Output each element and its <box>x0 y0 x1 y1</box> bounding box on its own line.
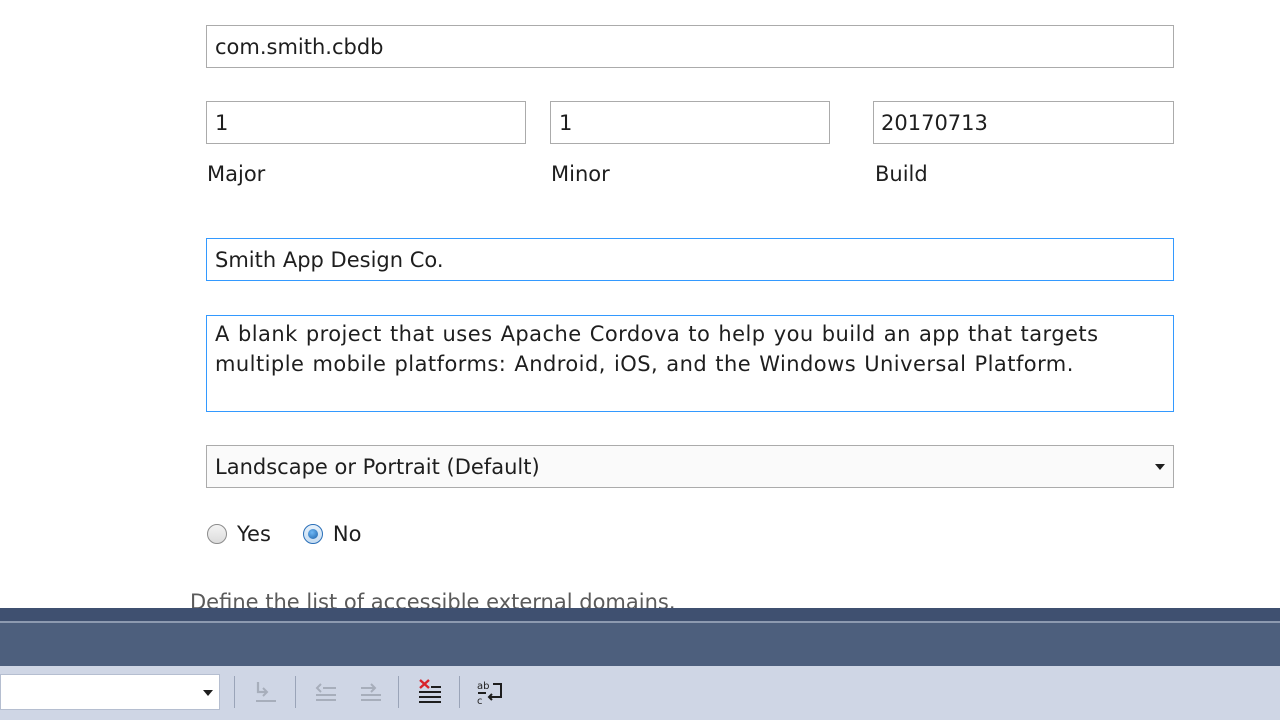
build-label: Build <box>875 162 928 186</box>
toolbar-separator <box>398 676 399 708</box>
radio-no[interactable]: No <box>302 522 362 546</box>
panel-title-bar <box>0 608 1280 666</box>
description-value: A blank project that uses Apache Cordova… <box>215 322 1099 376</box>
version-major-input[interactable]: 1 <box>206 101 526 144</box>
clear-all-icon <box>419 679 441 703</box>
toolbar-separator <box>234 676 235 708</box>
indent-icon <box>361 683 381 701</box>
radio-no-label: No <box>332 522 362 546</box>
outdent-button[interactable] <box>310 676 342 708</box>
package-name-input[interactable]: com.smith.cbdb <box>206 25 1174 68</box>
version-build-input[interactable]: 20170713 <box>873 101 1174 144</box>
version-major-value: 1 <box>215 110 229 135</box>
radio-no-circle[interactable] <box>302 524 323 544</box>
chevron-down-icon <box>203 690 213 696</box>
publisher-value: Smith App Design Co. <box>215 247 444 272</box>
orientation-select[interactable]: Landscape or Portrait (Default) <box>206 445 1174 488</box>
domains-hint: Define the list of accessible external d… <box>190 590 676 608</box>
major-label: Major <box>207 162 266 186</box>
clear-selection-button[interactable] <box>250 676 282 708</box>
yes-no-radio-group: Yes No <box>207 522 393 546</box>
panel-stripe <box>0 621 1280 623</box>
output-toolbar: ab c <box>0 666 1280 720</box>
clear-icon <box>256 682 276 702</box>
indent-button[interactable] <box>355 676 387 708</box>
radio-yes-label: Yes <box>237 522 271 546</box>
word-wrap-button[interactable]: ab c <box>474 676 506 708</box>
package-name-value: com.smith.cbdb <box>215 34 384 59</box>
description-textarea[interactable]: A blank project that uses Apache Cordova… <box>206 315 1174 412</box>
word-wrap-icon: ab c <box>477 681 502 707</box>
panel-divider <box>0 608 1280 621</box>
orientation-selected: Landscape or Portrait (Default) <box>215 454 540 479</box>
version-minor-value: 1 <box>559 110 573 135</box>
output-source-combo[interactable] <box>0 674 220 710</box>
svg-text:ab: ab <box>477 681 489 692</box>
app-window: com.smith.cbdb 1 1 20170713 Major Minor … <box>0 0 1280 720</box>
dropdown-arrow-icon <box>1155 463 1165 470</box>
outdent-icon <box>315 683 336 701</box>
clear-all-button[interactable] <box>414 676 446 708</box>
toolbar-separator <box>459 676 460 708</box>
publisher-input[interactable]: Smith App Design Co. <box>206 238 1174 281</box>
version-build-value: 20170713 <box>881 110 988 135</box>
radio-yes[interactable]: Yes <box>207 522 271 546</box>
config-form: com.smith.cbdb 1 1 20170713 Major Minor … <box>0 0 1280 608</box>
minor-label: Minor <box>551 162 610 186</box>
toolbar-separator <box>295 676 296 708</box>
radio-yes-circle[interactable] <box>207 524 227 544</box>
version-minor-input[interactable]: 1 <box>550 101 830 144</box>
svg-text:c: c <box>477 696 483 707</box>
